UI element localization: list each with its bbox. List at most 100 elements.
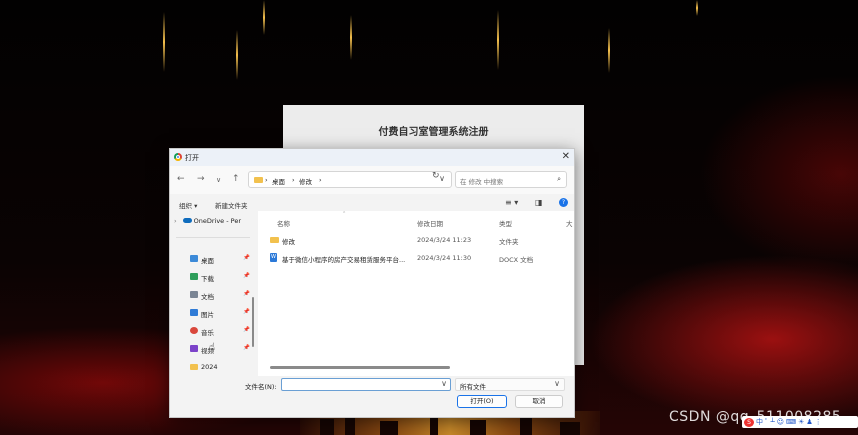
sidebar-item-label: 下载	[201, 275, 214, 283]
pin-icon: 📌	[243, 345, 250, 351]
column-header-size[interactable]: 大	[566, 218, 573, 228]
cancel-button[interactable]: 取消	[515, 395, 563, 408]
search-input[interactable]: 在 修改 中搜索 ⌕	[455, 171, 567, 188]
sidebar-item-label: 2024	[201, 363, 218, 371]
sort-indicator-icon: ⌃	[342, 211, 347, 217]
light-streak	[236, 30, 238, 80]
light-streak	[696, 0, 698, 16]
mouse-cursor-icon: ☝	[209, 342, 216, 353]
breadcrumb-separator: ›	[265, 176, 268, 184]
back-arrow-icon[interactable]: ←	[177, 174, 185, 184]
chrome-icon	[174, 153, 182, 161]
breadcrumb-modify[interactable]: 修改	[299, 176, 312, 186]
refresh-icon[interactable]: ↻	[432, 171, 440, 181]
expand-chevron-icon[interactable]: ›	[174, 217, 177, 225]
file-date: 2024/3/24 11:30	[417, 254, 472, 262]
file-list: ⌃ 名称 修改日期 类型 大 修改 2024/3/24 11:23 文件夹 W …	[258, 211, 574, 376]
breadcrumb-separator: ›	[292, 176, 295, 184]
more-icon[interactable]: ⋮	[815, 418, 822, 426]
pin-icon: 📌	[243, 273, 250, 279]
sidebar-item-label: 桌面	[201, 257, 214, 265]
sidebar-item-label: 音乐	[201, 329, 214, 337]
sogou-logo-icon[interactable]: S	[744, 417, 754, 427]
file-row-docx[interactable]: W 基于微信小程序的房产交易租赁服务平台... 2024/3/24 11:30 …	[258, 251, 574, 265]
view-options-icon[interactable]: ≡ ▾	[505, 198, 518, 207]
help-icon[interactable]: ?	[559, 198, 568, 207]
desktop-icon	[190, 255, 198, 262]
sidebar-scrollbar[interactable]	[252, 297, 254, 347]
sidebar-item-desktop[interactable]: 桌面 📌	[190, 254, 252, 266]
folder-icon	[190, 364, 198, 370]
filename-input[interactable]: ∨	[281, 378, 451, 391]
filename-label: 文件名(N):	[245, 383, 277, 391]
search-icon[interactable]: ⌕	[557, 175, 561, 184]
address-bar[interactable]: › 桌面 › 修改 › ∨	[248, 171, 452, 188]
light-streak	[263, 0, 265, 35]
sidebar-item-videos[interactable]: 视频 📌	[190, 344, 252, 356]
register-title: 付费自习室管理系统注册	[378, 127, 489, 138]
pin-icon: 📌	[243, 255, 250, 261]
navigation-bar: ← → ∨ ↑ › 桌面 › 修改 › ∨ ↻ 在 修改 中搜索 ⌕	[170, 166, 574, 194]
open-button[interactable]: 打开(O)	[457, 395, 507, 408]
pictures-icon	[190, 309, 198, 316]
close-button[interactable]: ✕	[562, 151, 570, 162]
file-type: 文件夹	[499, 238, 519, 246]
sidebar-item-label: 图片	[201, 311, 214, 319]
tray-item[interactable]: ☺	[777, 418, 784, 426]
sidebar-item-downloads[interactable]: 下载 📌	[190, 272, 252, 284]
filter-value: 所有文件	[460, 383, 486, 391]
tray-item[interactable]: ┴	[771, 418, 775, 426]
cloud-icon	[182, 218, 192, 223]
sidebar-item-pictures[interactable]: 图片 📌	[190, 308, 252, 320]
sidebar-item-2024[interactable]: 2024	[190, 362, 252, 374]
recent-locations-icon[interactable]: ∨	[216, 176, 221, 184]
sidebar-item-label: OneDrive - Per	[193, 217, 242, 225]
sidebar-item-documents[interactable]: 文档 📌	[190, 290, 252, 302]
folder-icon	[254, 177, 263, 183]
file-name: 修改	[282, 238, 295, 246]
file-type-filter[interactable]: 所有文件 ∨	[455, 378, 565, 391]
input-method-tray: S 中 ﾟ ┴ ☺ ⌨ ☀ ♟ ⋮	[742, 416, 858, 428]
file-name: 基于微信小程序的房产交易租赁服务平台...	[282, 256, 406, 264]
horizontal-scrollbar[interactable]	[270, 366, 450, 369]
search-placeholder: 在 修改 中搜索	[460, 178, 504, 186]
preview-pane-icon[interactable]: ◨	[535, 198, 543, 207]
light-streak	[350, 15, 352, 60]
file-open-dialog: 打开 ✕ ← → ∨ ↑ › 桌面 › 修改 › ∨ ↻ 在 修改 中搜索 ⌕ …	[169, 148, 575, 418]
sidebar-item-onedrive[interactable]: › OneDrive - Per	[174, 217, 241, 225]
divider	[176, 237, 250, 238]
file-type: DOCX 文档	[499, 256, 534, 264]
light-streak	[608, 28, 610, 73]
download-icon	[190, 273, 198, 280]
new-folder-button[interactable]: 新建文件夹	[215, 200, 248, 210]
documents-icon	[190, 291, 198, 298]
pin-icon: 📌	[243, 309, 250, 315]
tray-item[interactable]: 中	[756, 417, 763, 427]
dialog-footer: 文件名(N): ∨ 所有文件 ∨ 打开(O) 取消	[170, 376, 574, 417]
tray-item[interactable]: ☀	[798, 418, 804, 426]
column-header-type[interactable]: 类型	[499, 218, 512, 228]
forward-arrow-icon[interactable]: →	[197, 174, 205, 184]
file-date: 2024/3/24 11:23	[417, 236, 472, 244]
keyboard-icon[interactable]: ⌨	[786, 418, 796, 426]
dialog-titlebar[interactable]: 打开 ✕	[170, 149, 574, 166]
pin-icon: 📌	[243, 291, 250, 297]
column-header-date[interactable]: 修改日期	[417, 218, 443, 228]
tray-item[interactable]: ♟	[806, 418, 812, 426]
chevron-down-icon[interactable]: ∨	[441, 379, 447, 388]
organize-menu[interactable]: 组织 ▾	[179, 200, 197, 210]
chevron-down-icon[interactable]: ∨	[554, 379, 560, 388]
chevron-down-icon[interactable]: ∨	[439, 174, 445, 183]
light-streak	[497, 10, 499, 70]
up-arrow-icon[interactable]: ↑	[232, 174, 240, 184]
breadcrumb-desktop[interactable]: 桌面	[272, 176, 285, 186]
sidebar-item-music[interactable]: 音乐 📌	[190, 326, 252, 338]
tray-item[interactable]: ﾟ	[765, 417, 769, 427]
light-streak	[163, 12, 165, 72]
file-row-folder[interactable]: 修改 2024/3/24 11:23 文件夹	[258, 233, 574, 247]
column-header-name[interactable]: 名称	[277, 218, 290, 228]
dialog-title: 打开	[185, 154, 199, 162]
sidebar-item-label: 文档	[201, 293, 214, 301]
videos-icon	[190, 345, 198, 352]
word-doc-icon: W	[270, 253, 277, 262]
